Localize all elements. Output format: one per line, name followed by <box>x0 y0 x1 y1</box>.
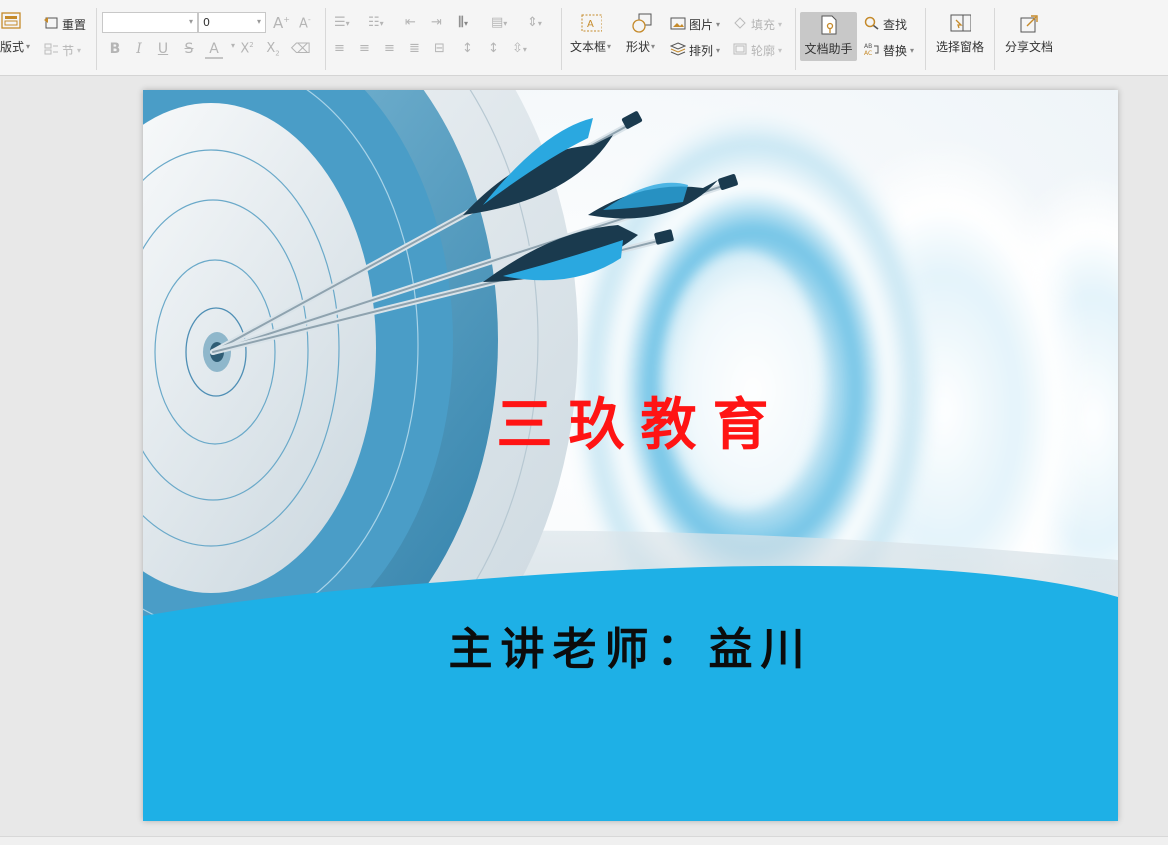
numbered-list-icon[interactable]: ☷▾ <box>368 15 384 30</box>
find-label: 查找 <box>883 18 908 32</box>
justify-icon[interactable]: ≣ <box>409 41 420 56</box>
align-text-icon[interactable]: ⇕▾ <box>527 15 542 30</box>
clear-format-icon[interactable]: ⌫ <box>291 41 311 57</box>
arrange-icon <box>669 42 687 59</box>
section-label: 节 <box>62 44 75 58</box>
superscript-icon[interactable]: X2 <box>238 41 256 56</box>
font-size-value: 0 <box>203 16 210 29</box>
align-right-icon[interactable]: ≡ <box>384 41 395 56</box>
textbox-label: 文本框 <box>570 40 607 54</box>
outline-label: 轮廓 <box>751 44 776 58</box>
columns-icon[interactable]: ▤▾ <box>491 15 507 30</box>
chevron-down-icon: ▾ <box>778 20 783 29</box>
fill-icon <box>732 16 748 33</box>
divider <box>325 8 326 70</box>
distribute-icon[interactable]: ⊟ <box>434 41 445 56</box>
reset-button[interactable]: 重置 <box>43 16 86 33</box>
chevron-down-icon: ▾ <box>188 17 193 26</box>
line-spacing-icon[interactable]: ↕ <box>462 41 473 56</box>
divider <box>994 8 995 70</box>
outline-button[interactable]: 轮廓 ▾ <box>732 42 782 59</box>
picture-icon <box>670 16 686 33</box>
search-icon <box>864 16 880 33</box>
font-name-combo[interactable]: ▾ <box>102 12 198 33</box>
chevron-down-icon: ▾ <box>910 46 915 55</box>
slide-title[interactable]: 三玖教育 <box>493 388 788 464</box>
outline-icon <box>732 42 748 59</box>
textbox-button[interactable]: A 文本框 ▾ <box>570 12 611 55</box>
svg-text:A: A <box>587 19 594 30</box>
fill-label: 填充 <box>751 18 776 32</box>
svg-text:AC: AC <box>864 50 872 56</box>
chevron-down-icon: ▾ <box>256 17 261 26</box>
underline-icon[interactable]: U <box>154 41 172 57</box>
picture-label: 图片 <box>689 18 714 32</box>
slide-speaker[interactable]: 主讲老师：益川 <box>418 620 843 680</box>
picture-button[interactable]: 图片 ▾ <box>670 16 720 33</box>
italic-icon[interactable]: I <box>130 41 148 57</box>
chevron-down-icon: ▾ <box>607 42 612 51</box>
bold-icon[interactable]: B <box>106 41 124 57</box>
chevron-down-icon: ▾ <box>26 42 31 51</box>
paragraph-spacing-icon[interactable]: ↕ <box>488 41 499 56</box>
align-left-icon[interactable]: ≡ <box>334 41 345 56</box>
divider <box>561 8 562 70</box>
strikethrough-icon[interactable]: S <box>180 41 198 57</box>
replace-button[interactable]: AB AC 替换 ▾ <box>864 42 914 59</box>
spacing-options-icon[interactable]: ⇳▾ <box>512 41 527 56</box>
find-button[interactable]: 查找 <box>864 16 907 33</box>
shape-label: 形状 <box>626 40 651 54</box>
share-doc-button[interactable]: 分享文档 <box>1005 12 1053 55</box>
reset-label: 重置 <box>62 18 87 32</box>
selection-pane-button[interactable]: 选择窗格 <box>936 12 984 55</box>
selection-pane-icon <box>949 12 971 34</box>
chevron-down-icon: ▾ <box>651 42 656 51</box>
increase-font-icon[interactable]: A+ <box>273 14 290 32</box>
chevron-down-icon: ▾ <box>77 46 82 55</box>
decrease-font-icon[interactable]: A- <box>299 15 311 31</box>
bullet-list-icon[interactable]: ☰▾ <box>334 15 350 30</box>
align-center-icon[interactable]: ≡ <box>359 41 370 56</box>
selection-pane-label: 选择窗格 <box>936 40 985 54</box>
doc-assistant-label: 文档助手 <box>804 42 853 56</box>
divider <box>795 8 796 70</box>
shape-button[interactable]: 形状 ▾ <box>626 12 655 55</box>
ribbon-toolbar: 版式 ▾ 重置 节 ▾ ▾ 0 ▾ A+ A- B I U S A ▾ X2 X2 … <box>0 0 1168 76</box>
fill-button[interactable]: 填充 ▾ <box>732 16 782 33</box>
layout-icon <box>0 12 22 33</box>
increase-indent-icon[interactable]: ⇥ <box>431 15 442 30</box>
share-icon <box>1018 12 1040 34</box>
section-icon <box>43 42 59 59</box>
doc-assistant-icon <box>818 14 840 36</box>
share-doc-label: 分享文档 <box>1005 40 1054 54</box>
chevron-down-icon: ▾ <box>716 20 721 29</box>
textbox-icon: A <box>580 12 602 34</box>
doc-assistant-button[interactable]: 文档助手 <box>800 12 857 61</box>
layout-button[interactable]: 版式 ▾ <box>0 12 30 55</box>
chevron-down-icon: ▾ <box>716 46 721 55</box>
subscript-icon[interactable]: X2 <box>264 41 282 58</box>
section-button[interactable]: 节 ▾ <box>43 42 81 59</box>
reset-icon <box>43 16 59 33</box>
font-color-icon[interactable]: A <box>205 41 223 59</box>
layout-label: 版式 <box>0 40 25 54</box>
slide-canvas[interactable]: 三玖教育 主讲老师：益川 <box>143 90 1118 821</box>
chevron-down-icon: ▾ <box>778 46 783 55</box>
font-size-combo[interactable]: 0 ▾ <box>198 12 266 33</box>
divider <box>96 8 97 70</box>
shape-icon <box>630 12 652 34</box>
divider <box>925 8 926 70</box>
arrange-button[interactable]: 排列 ▾ <box>669 42 721 59</box>
arrange-label: 排列 <box>689 44 714 58</box>
decrease-indent-icon[interactable]: ⇤ <box>405 15 416 30</box>
svg-text:AB: AB <box>864 43 872 50</box>
replace-icon: AB AC <box>864 42 880 59</box>
text-direction-icon[interactable]: ⫼▾ <box>458 15 468 30</box>
replace-label: 替换 <box>883 44 908 58</box>
